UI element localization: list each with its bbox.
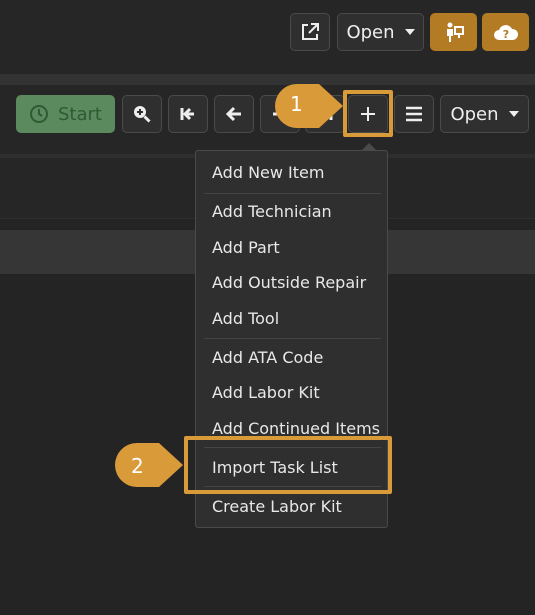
menu-item-add-part[interactable]: Add Part [212, 238, 280, 258]
menu-item-add-outside-repair[interactable]: Add Outside Repair [212, 273, 366, 293]
cloud-question-icon: ? [493, 25, 518, 41]
zoom-icon [134, 106, 151, 123]
menu-divider [204, 193, 381, 194]
start-label: Start [58, 103, 102, 125]
menu-item-add-labor-kit[interactable]: Add Labor Kit [212, 383, 320, 403]
menu-item-add-ata-code[interactable]: Add ATA Code [212, 348, 323, 368]
external-link-button[interactable] [290, 13, 330, 51]
first-page-button[interactable] [168, 95, 208, 133]
previous-button[interactable] [214, 95, 254, 133]
zoom-button[interactable] [122, 95, 162, 133]
chevron-down-icon [404, 29, 415, 35]
svg-text:?: ? [502, 28, 508, 41]
toolbar-open-label: Open [450, 103, 499, 125]
menu-divider [204, 338, 381, 339]
cloud-help-button[interactable]: ? [482, 13, 529, 51]
import-task-list-highlight [184, 436, 392, 494]
chevron-down-icon [508, 111, 519, 117]
step-1-marker [275, 84, 343, 128]
start-button[interactable]: Start [16, 95, 115, 133]
header-open-label: Open [346, 21, 395, 43]
menu-item-create-labor-kit[interactable]: Create Labor Kit [212, 497, 342, 517]
external-link-icon [302, 23, 319, 40]
step-2-marker [115, 443, 183, 487]
menu-item-add-tool[interactable]: Add Tool [212, 309, 279, 329]
assign-person-icon [446, 22, 464, 42]
hamburger-icon [406, 106, 422, 122]
add-button-highlight [343, 90, 393, 137]
menu-item-add-technician[interactable]: Add Technician [212, 202, 332, 222]
menu-button[interactable] [394, 95, 434, 133]
arrow-left-icon [225, 106, 241, 122]
first-page-icon [180, 107, 194, 121]
clock-icon [30, 105, 48, 123]
header-divider [0, 74, 535, 85]
menu-item-add-new-item[interactable]: Add New Item [212, 163, 324, 183]
header-open-dropdown[interactable]: Open [337, 13, 424, 51]
assign-button[interactable] [430, 13, 477, 51]
step-1-number: 1 [290, 92, 303, 116]
step-2-number: 2 [131, 454, 144, 478]
toolbar-open-dropdown[interactable]: Open [440, 95, 529, 133]
